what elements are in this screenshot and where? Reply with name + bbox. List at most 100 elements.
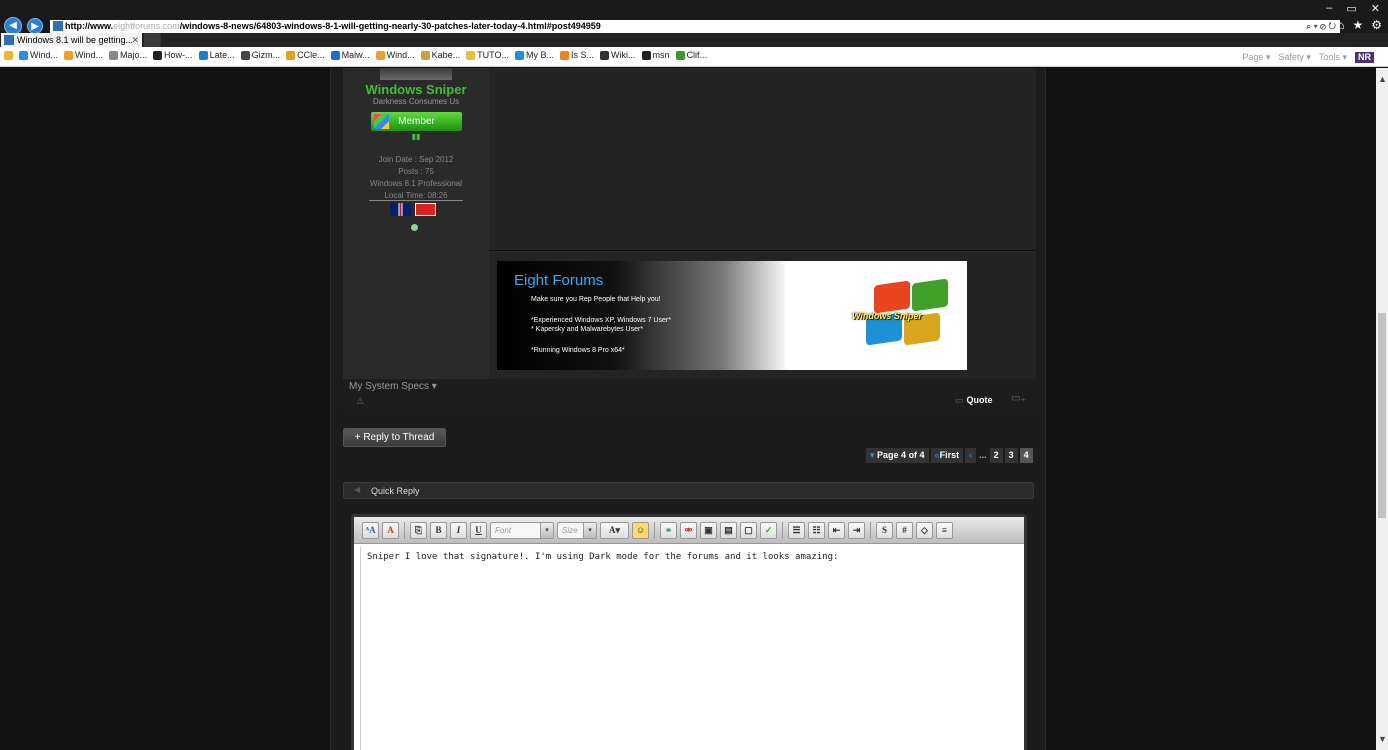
favorite-item[interactable]: msn — [641, 50, 670, 60]
close-window-button[interactable]: ✕ — [1371, 2, 1380, 15]
collapse-icon[interactable]: ◀ — [354, 485, 360, 494]
paste-icon[interactable]: ⎘ — [410, 521, 427, 539]
text-color-icon[interactable]: A▾ — [600, 521, 629, 539]
page-of-label[interactable]: ▾ Page 4 of 4 — [866, 448, 929, 463]
forward-button[interactable]: ▶ — [27, 18, 43, 34]
avatar[interactable] — [380, 68, 452, 80]
indent-icon[interactable]: ⇥ — [848, 521, 865, 539]
scroll-up-icon[interactable]: ▲ — [1378, 74, 1387, 84]
size-select[interactable]: Size ▾ — [557, 521, 597, 539]
tab-strip: Windows 8.1 will be getting... ✕ — [0, 33, 1388, 47]
favorite-item[interactable]: CCle... — [286, 50, 325, 60]
signature-line: *Running Windows 8 Pro x64* — [531, 347, 625, 354]
browser-icons: ⌂ ★ ⚙ — [1337, 17, 1382, 33]
flags — [390, 203, 438, 216]
link-icon[interactable]: ⚭ — [660, 521, 677, 539]
maximize-button[interactable]: ▭ — [1346, 2, 1356, 15]
favorite-item[interactable]: Majo... — [109, 50, 147, 60]
font-select[interactable]: Font ▾ — [490, 521, 554, 539]
page-menu[interactable]: Page ▾ — [1242, 52, 1270, 63]
region-flag-icon — [415, 203, 436, 216]
online-status-icon — [411, 224, 418, 231]
smiley-icon[interactable]: ☺ — [632, 521, 649, 539]
signature-line: *Experienced Windows XP, Windows 7 User* — [531, 317, 671, 324]
prev-arrow-icon: ‹ — [969, 450, 973, 460]
hash-icon[interactable]: # — [896, 521, 913, 539]
page-viewport: Windows Sniper Darkness Consumes Us Memb… — [0, 68, 1376, 750]
system-specs-link[interactable]: My System Specs ▾ — [349, 381, 437, 392]
unlink-icon[interactable]: ⚮ — [680, 521, 697, 539]
italic-icon[interactable]: I — [450, 521, 467, 539]
username[interactable]: Windows Sniper — [343, 82, 489, 97]
favorite-item[interactable]: Wiki... — [600, 50, 636, 60]
editor-textarea[interactable]: Sniper I love that signature!. I'm using… — [360, 547, 1018, 750]
address-bar[interactable]: http://www.eightforums.com/windows-8-new… — [50, 20, 1340, 33]
image-icon[interactable]: ▣ — [700, 521, 717, 539]
safety-menu[interactable]: Safety ▾ — [1278, 52, 1311, 63]
favorite-icon — [600, 50, 610, 60]
local-time: Local Time: 08:26 — [369, 191, 463, 201]
favorite-item[interactable]: Wind... — [64, 50, 103, 60]
quote-button[interactable]: ▭ Quote — [955, 395, 993, 406]
favorite-item[interactable]: Gizm... — [240, 50, 280, 60]
url-prefix: http://www. — [65, 21, 114, 31]
favorite-icon — [240, 50, 250, 60]
active-tab[interactable]: Windows 8.1 will be getting... ✕ — [1, 33, 142, 47]
rank-label: Member — [398, 116, 435, 127]
ordered-list-icon[interactable]: ☰ — [788, 521, 805, 539]
code-icon[interactable]: ◇ — [916, 521, 933, 539]
font-dropdown-icon: ▾ — [540, 522, 553, 538]
page-link-3[interactable]: 3 — [1004, 448, 1018, 463]
title-bar: – ▭ ✕ — [0, 0, 1388, 17]
favorite-item[interactable]: My B... — [515, 50, 554, 60]
size-dropdown-icon: ▾ — [583, 522, 596, 538]
report-warning-icon[interactable]: ⚠ — [356, 396, 364, 407]
favorite-item[interactable]: Malw... — [330, 50, 370, 60]
favorite-item[interactable]: Clif... — [675, 50, 707, 60]
addon-badge[interactable]: NR — [1355, 52, 1374, 63]
url-domain: eightforums.com — [113, 21, 180, 31]
reply-to-thread-button[interactable]: + Reply to Thread — [343, 428, 446, 447]
unordered-list-icon[interactable]: ☷ — [808, 521, 825, 539]
signature-area: Eight Forums Make sure you Rep People th… — [489, 252, 1036, 379]
strikethrough-icon[interactable]: S — [876, 521, 893, 539]
first-page-link[interactable]: «First — [930, 448, 964, 463]
address-tools[interactable]: ⌕ ▾ ⊘ ↻ — [1306, 20, 1336, 33]
quote-insert-icon[interactable]: ▢ — [740, 521, 757, 539]
minimize-button[interactable]: – — [1326, 2, 1332, 15]
favorite-icon — [330, 50, 340, 60]
switch-mode-icon[interactable]: ᴬA — [362, 521, 379, 539]
tools-menu[interactable]: Tools ▾ — [1319, 52, 1347, 63]
multiquote-icon[interactable]: ▭₊ — [1011, 393, 1026, 404]
home-icon[interactable]: ⌂ — [1337, 17, 1344, 33]
bold-icon[interactable]: B — [430, 521, 447, 539]
video-icon[interactable]: ▤ — [720, 521, 737, 539]
signature-image: Eight Forums Make sure you Rep People th… — [497, 261, 967, 370]
vertical-scrollbar[interactable]: ▲ ▼ — [1376, 68, 1388, 750]
quick-reply-header[interactable]: ◀ Quick Reply — [343, 482, 1034, 499]
underline-icon[interactable]: U — [470, 521, 487, 539]
remove-format-icon[interactable]: A — [382, 521, 399, 539]
favorite-item[interactable]: Kabe... — [420, 50, 460, 60]
navigation-bar: ◀ ▶ http://www.eightforums.com/windows-8… — [0, 17, 1388, 35]
settings-gear-icon[interactable]: ⚙ — [1371, 17, 1382, 33]
scrollbar-thumb[interactable] — [1378, 313, 1386, 518]
scroll-down-icon[interactable]: ▼ — [1378, 734, 1387, 744]
favorite-item[interactable]: How-... — [153, 50, 193, 60]
favorite-item[interactable]: Late... — [198, 50, 235, 60]
page-link-2[interactable]: 2 — [989, 448, 1003, 463]
new-tab-button[interactable] — [144, 33, 161, 47]
favorites-star-icon[interactable]: ★ — [1352, 17, 1363, 33]
tab-close-icon[interactable]: ✕ — [131, 33, 139, 47]
favorite-item[interactable]: Is S... — [560, 50, 594, 60]
favorite-item[interactable]: TUTO... — [466, 50, 509, 60]
favorite-item[interactable]: Wind... — [19, 50, 58, 60]
favorite-item[interactable]: Wind... — [375, 50, 415, 60]
spellcheck-icon[interactable]: ✓ — [760, 521, 777, 539]
operating-system: Windows 8.1 Professional — [369, 179, 463, 188]
prev-page-link[interactable]: ‹ — [965, 448, 977, 463]
favorites-add-icon[interactable] — [4, 50, 13, 60]
outdent-icon[interactable]: ⇤ — [828, 521, 845, 539]
html-icon[interactable]: ≡ — [936, 521, 953, 539]
reply-editor: ᴬA A ⎘ B I U Font ▾ Size ▾ A▾ ☺ ⚭ ⚮ ▣ ▤ ▢ … — [351, 514, 1027, 750]
